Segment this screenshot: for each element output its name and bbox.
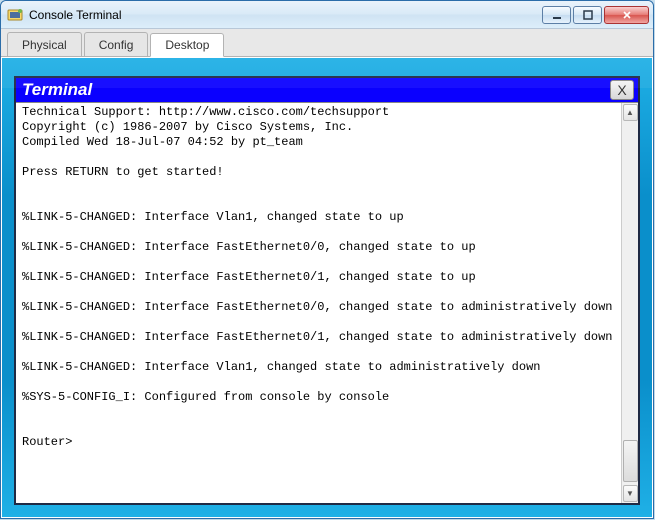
scroll-track[interactable] <box>623 122 638 484</box>
client-glow <box>2 58 652 88</box>
tabstrip: Physical Config Desktop <box>1 29 653 57</box>
tab-config[interactable]: Config <box>84 32 149 56</box>
scroll-up-button[interactable]: ▲ <box>623 104 638 121</box>
terminal-body-wrap: Technical Support: http://www.cisco.com/… <box>16 102 638 503</box>
tab-desktop[interactable]: Desktop <box>150 33 224 57</box>
terminal-output[interactable]: Technical Support: http://www.cisco.com/… <box>16 103 621 503</box>
titlebar[interactable]: Console Terminal <box>1 1 653 29</box>
scrollbar[interactable]: ▲ ▼ <box>621 103 638 503</box>
minimize-button[interactable] <box>542 6 571 24</box>
window-controls <box>542 6 649 24</box>
terminal-panel: Terminal X Technical Support: http://www… <box>14 76 640 505</box>
close-button[interactable] <box>604 6 649 24</box>
app-icon <box>7 7 23 23</box>
scroll-down-button[interactable]: ▼ <box>623 485 638 502</box>
maximize-button[interactable] <box>573 6 602 24</box>
app-window: Console Terminal Physical Config Desktop… <box>0 0 654 519</box>
window-title: Console Terminal <box>29 8 542 22</box>
tab-physical[interactable]: Physical <box>7 32 82 56</box>
scroll-thumb[interactable] <box>623 440 638 482</box>
client-area: Terminal X Technical Support: http://www… <box>2 58 652 517</box>
